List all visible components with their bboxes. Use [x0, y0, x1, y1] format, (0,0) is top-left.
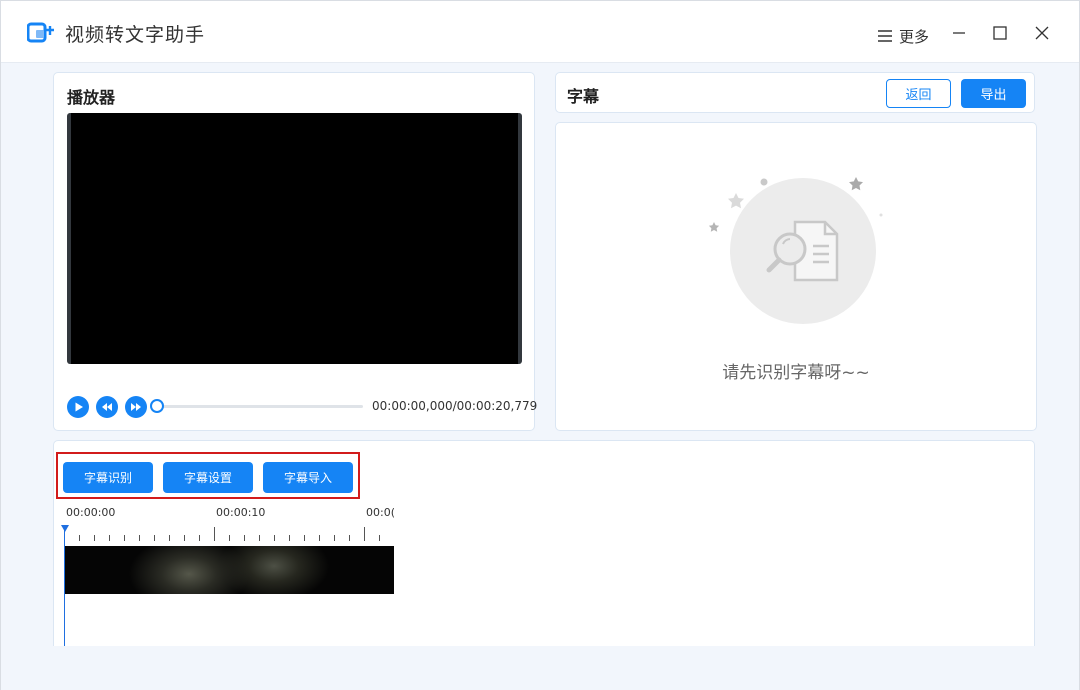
- export-button[interactable]: 导出: [961, 79, 1026, 108]
- ruler-tick: [184, 535, 185, 541]
- app-title: 视频转文字助手: [65, 24, 206, 46]
- player-title: 播放器: [67, 88, 116, 107]
- ruler-tick: [304, 535, 305, 541]
- back-button[interactable]: 返回: [886, 79, 951, 108]
- play-icon: [67, 396, 89, 418]
- seek-handle[interactable]: [150, 399, 164, 413]
- empty-state-illustration: [730, 178, 876, 324]
- ruler-tick: [154, 535, 155, 541]
- close-icon[interactable]: [1034, 25, 1050, 41]
- ruler-tick: [169, 535, 170, 541]
- title-bar: 视频转文字助手 更多: [1, 1, 1079, 63]
- ruler-tick: [139, 535, 140, 541]
- fast-forward-icon: [125, 396, 147, 418]
- ruler-tick: [109, 535, 110, 541]
- time-display: 00:00:00,000/00:00:20,779: [372, 399, 538, 413]
- subtitle-header: 字幕 返回 导出: [555, 72, 1035, 113]
- more-menu-button[interactable]: 更多: [877, 25, 929, 47]
- fast-forward-button[interactable]: [125, 396, 147, 418]
- bottom-area: [1, 646, 1079, 690]
- toolbar-highlight-frame: [56, 452, 360, 499]
- subtitle-panel: 请先识别字幕呀~~: [555, 122, 1037, 431]
- menu-icon: [877, 29, 893, 43]
- video-filmstrip[interactable]: [64, 546, 394, 594]
- ruler-tick: [334, 535, 335, 541]
- ruler-label-20: 00:0(: [366, 506, 394, 519]
- ruler-tick: [379, 535, 380, 541]
- app-window: 视频转文字助手 更多 播放器 00:00:00,000/00:00:20,779…: [0, 0, 1080, 690]
- ruler-label-10: 00:00:10: [216, 506, 266, 519]
- maximize-icon[interactable]: [992, 25, 1008, 41]
- player-panel: 播放器 00:00:00,000/00:00:20,779: [53, 72, 538, 431]
- ruler-tick: [214, 527, 215, 541]
- more-label: 更多: [899, 27, 930, 46]
- ruler-tick: [274, 535, 275, 541]
- ruler-tick: [229, 535, 230, 541]
- video-preview[interactable]: [67, 113, 522, 364]
- subtitle-title: 字幕: [567, 87, 600, 106]
- ruler-tick: [79, 535, 80, 541]
- minimize-icon[interactable]: [951, 25, 967, 41]
- ruler-tick: [259, 535, 260, 541]
- ruler-tick: [244, 535, 245, 541]
- rewind-icon: [96, 396, 118, 418]
- ruler-label-0: 00:00:00: [66, 506, 116, 519]
- ruler-tick: [349, 535, 350, 541]
- empty-state-text: 请先识别字幕呀~~: [722, 363, 870, 383]
- ruler-tick: [124, 535, 125, 541]
- ruler-tick: [94, 535, 95, 541]
- ruler-tick: [319, 535, 320, 541]
- ruler-tick: [289, 535, 290, 541]
- timeline-ruler[interactable]: [64, 526, 394, 541]
- seek-bar[interactable]: [158, 405, 363, 408]
- app-logo-icon: [26, 21, 55, 45]
- play-button[interactable]: [67, 396, 89, 418]
- rewind-button[interactable]: [96, 396, 118, 418]
- ruler-tick: [364, 527, 365, 541]
- search-document-icon: [766, 220, 839, 282]
- playhead-marker-icon[interactable]: [61, 525, 69, 532]
- timeline-playhead[interactable]: [64, 527, 65, 651]
- ruler-tick: [199, 535, 200, 541]
